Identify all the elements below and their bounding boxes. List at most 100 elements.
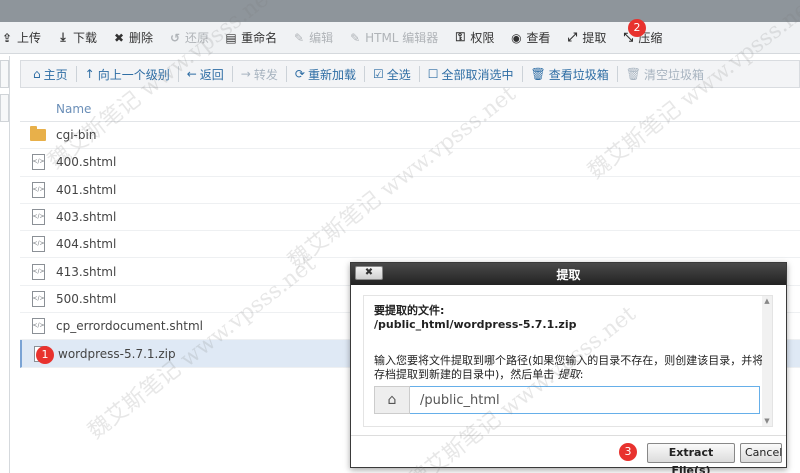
nav-label: 返回 <box>199 67 224 82</box>
extract-dialog: ✖ 提取 要提取的文件: /public_html/wordpress-5.7.… <box>350 262 787 473</box>
dialog-footer: 3 Extract File(s) Cancel <box>351 435 786 473</box>
dialog-titlebar: ✖ 提取 <box>351 263 786 285</box>
file-icon-wrap: </> <box>20 318 56 335</box>
undo-icon: ↺ <box>170 30 181 45</box>
file-name: cp_errordocument.shtml <box>56 319 203 334</box>
nav-label: 主页 <box>43 67 68 82</box>
toolbar-label: 提取 <box>582 31 607 45</box>
toolbar-label: 重命名 <box>241 31 278 45</box>
file-icon-wrap: </> <box>20 154 56 171</box>
divider <box>285 66 287 82</box>
file-icon-wrap: </> <box>20 290 56 307</box>
nav-button-7[interactable]: 🗑 查看垃圾箱 <box>525 61 615 87</box>
toolbar-button-1[interactable]: ⤓ 下载 <box>50 22 106 54</box>
code-file-icon: </> <box>31 209 45 226</box>
toolbar-label: HTML 编辑器 <box>365 31 439 45</box>
path-input-group: ⌂ <box>374 386 760 414</box>
nav-label: 全选 <box>386 67 411 82</box>
toolbar-button-8[interactable]: ◉ 查看 <box>503 22 559 54</box>
file-label: 要提取的文件: <box>374 304 445 317</box>
home-icon: ⌂ <box>374 386 410 414</box>
file-name: 404.shtml <box>56 237 117 252</box>
nav-button-6[interactable]: ☐ 全部取消选中 <box>422 61 520 87</box>
toolbar-label: 删除 <box>129 31 154 45</box>
column-header-name[interactable]: Name <box>20 96 800 122</box>
html-editor-icon: ✎ <box>350 30 361 45</box>
file-name: 500.shtml <box>56 291 117 306</box>
dialog-title: 提取 <box>556 267 581 282</box>
nav-button-1[interactable]: ↑ 向上一个级别 <box>79 61 176 87</box>
toolbar-button-7[interactable]: ⚿ 权限 <box>447 22 503 54</box>
top-bar <box>0 0 800 22</box>
download-icon: ⤓ <box>60 30 66 44</box>
level-up-icon: ↑ <box>84 67 95 81</box>
toolbar-button-5[interactable]: ✎ 编辑 <box>286 22 342 54</box>
file-name: wordpress-5.7.1.zip <box>58 346 176 361</box>
toolbar-label: 还原 <box>185 31 210 45</box>
close-icon: ✖ <box>114 30 125 45</box>
file-row[interactable]: </> 400.shtml <box>20 149 800 177</box>
toolbar-label: 编辑 <box>309 31 334 45</box>
arrow-right-icon: → <box>240 67 251 81</box>
scroll-up-icon[interactable]: ▲ <box>762 296 772 306</box>
main-toolbar: ⇪ 上传 ⤓ 下载 ✖ 删除 ↺ 还原 ▤ 重命名 ✎ 编辑 ✎ HTML 编辑器 ⚿ 权限 ◉ 查看 ⤢ 提取 ⤡ 压缩 <box>0 22 800 54</box>
code-file-icon: </> <box>31 263 45 280</box>
nav-button-4[interactable]: ⟳ 重新加载 <box>289 61 362 87</box>
divider <box>177 66 179 82</box>
divider <box>363 66 365 82</box>
toolbar-button-3[interactable]: ↺ 还原 <box>162 22 218 54</box>
cancel-button[interactable]: Cancel <box>740 443 782 463</box>
nav-button-8[interactable]: 🗑 清空垃圾箱 <box>620 61 710 87</box>
nav-label: 清空垃圾箱 <box>644 67 705 82</box>
extract-path-input[interactable] <box>410 386 760 414</box>
extract-icon: ⤢ <box>567 30 578 44</box>
file-icon-wrap: </> <box>20 263 56 280</box>
close-icon[interactable]: ✖ <box>355 266 383 280</box>
nav-label: 转发 <box>253 67 278 82</box>
toolbar-button-0[interactable]: ⇪ 上传 <box>0 22 50 54</box>
left-pane-box[interactable] <box>0 94 9 122</box>
file-name: 400.shtml <box>56 155 117 170</box>
nav-button-2[interactable]: ← 返回 <box>181 61 230 87</box>
file-name: 413.shtml <box>56 264 117 279</box>
file-icon-wrap <box>20 126 56 142</box>
code-file-icon: </> <box>31 318 45 335</box>
file-row[interactable]: </> 403.shtml <box>20 204 800 232</box>
dialog-scrollbar[interactable]: ▲ ▼ <box>762 296 772 426</box>
step-badge-2: 2 <box>628 19 646 37</box>
toolbar-button-9[interactable]: ⤢ 提取 <box>559 22 615 54</box>
file-row[interactable]: </> 401.shtml <box>20 177 800 204</box>
nav-label: 重新加载 <box>307 67 356 82</box>
step-badge-3: 3 <box>619 443 637 461</box>
toolbar-label: 查看 <box>526 31 551 45</box>
toolbar-label: 上传 <box>17 31 42 45</box>
file-name: cgi-bin <box>56 128 97 143</box>
rename-icon: ▤ <box>225 30 237 45</box>
toolbar-label: 下载 <box>73 31 98 45</box>
step-badge-1: 1 <box>36 346 54 364</box>
divider <box>616 66 618 82</box>
checkbox-empty-icon: ☐ <box>427 67 439 81</box>
toolbar-label: 权限 <box>470 31 495 45</box>
nav-label: 查看垃圾箱 <box>548 67 609 82</box>
file-icon-wrap: </> <box>20 181 56 198</box>
file-row[interactable]: cgi-bin <box>20 122 800 150</box>
nav-button-0[interactable]: ⌂ 主页 <box>27 61 74 87</box>
folder-icon <box>30 126 46 142</box>
nav-button-3[interactable]: → 转发 <box>235 61 284 87</box>
key-icon: ⚿ <box>455 30 465 44</box>
nav-button-5[interactable]: ☑ 全选 <box>367 61 417 87</box>
left-pane <box>0 56 10 473</box>
file-icon-wrap: </> <box>20 236 56 253</box>
extract-files-button[interactable]: Extract File(s) <box>647 443 735 473</box>
arrow-left-icon: ← <box>186 67 197 81</box>
file-row[interactable]: </> 404.shtml <box>20 231 800 259</box>
scroll-down-icon[interactable]: ▼ <box>762 416 772 426</box>
left-pane-box[interactable] <box>0 60 9 88</box>
toolbar-button-2[interactable]: ✖ 删除 <box>106 22 162 54</box>
file-icon-wrap: </> <box>20 209 56 226</box>
file-name: 401.shtml <box>56 182 117 197</box>
toolbar-button-4[interactable]: ▤ 重命名 <box>218 22 286 54</box>
refresh-icon: ⟳ <box>294 67 305 81</box>
toolbar-button-6[interactable]: ✎ HTML 编辑器 <box>342 22 447 54</box>
